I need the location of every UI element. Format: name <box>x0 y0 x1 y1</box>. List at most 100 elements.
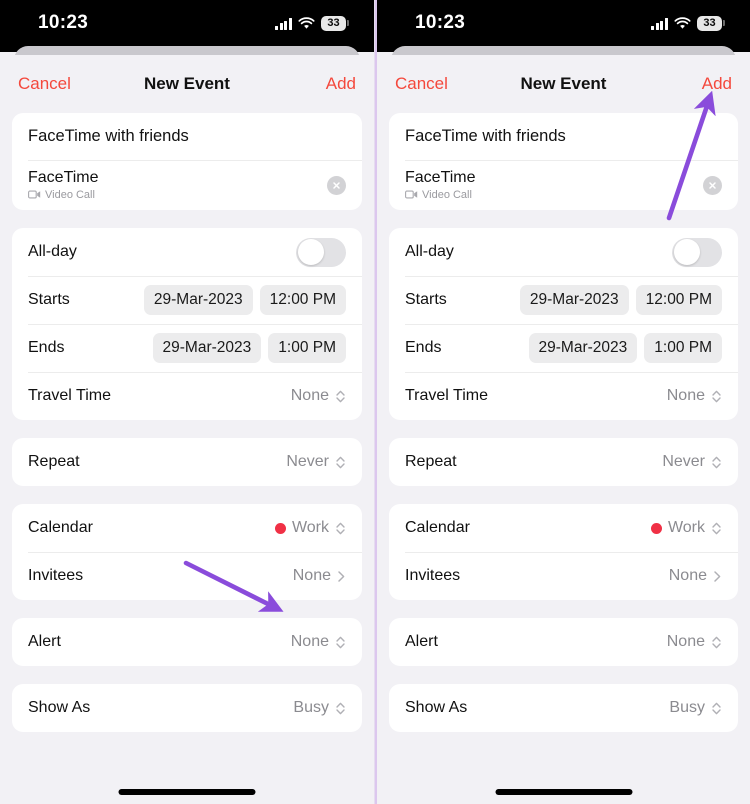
starts-date-button[interactable]: 29-Mar-2023 <box>143 285 253 315</box>
alert-row[interactable]: Alert None <box>389 618 738 666</box>
ends-date-button[interactable]: 29-Mar-2023 <box>528 333 638 363</box>
starts-time-button[interactable]: 12:00 PM <box>259 285 346 315</box>
calendar-label: Calendar <box>28 519 93 536</box>
add-button[interactable]: Add <box>702 74 732 94</box>
navigation-bar: Cancel New Event Add <box>377 55 750 113</box>
travel-time-row[interactable]: Travel Time None <box>389 372 738 420</box>
ends-values: 29-Mar-2023 1:00 PM <box>152 333 346 363</box>
repeat-value: Never <box>662 453 705 470</box>
calendar-value: Work <box>667 519 705 536</box>
alert-value-group: None <box>291 633 346 651</box>
show-as-card: Show As Busy <box>12 684 362 732</box>
all-day-row[interactable]: All-day <box>12 228 362 276</box>
form-content: FaceTime with friends FaceTime Video Cal… <box>0 113 374 732</box>
invitees-row[interactable]: Invitees None <box>12 552 362 600</box>
chevron-up-down-icon <box>336 636 345 648</box>
starts-time-button[interactable]: 12:00 PM <box>635 285 722 315</box>
starts-row[interactable]: Starts 29-Mar-2023 12:00 PM <box>12 276 362 324</box>
wifi-icon <box>298 16 315 29</box>
show-as-row[interactable]: Show As Busy <box>12 684 362 732</box>
all-day-toggle[interactable] <box>672 237 722 267</box>
facetime-row[interactable]: FaceTime Video Call <box>389 160 738 210</box>
new-event-sheet: Cancel New Event Add FaceTime with frien… <box>377 55 750 804</box>
calendar-card: Calendar Work Invitees None <box>12 504 362 600</box>
event-title-row[interactable]: FaceTime with friends <box>389 113 738 160</box>
right-phone-panel: 10:23 33 Cancel New Event Add FaceTime w… <box>375 0 750 804</box>
invitees-row[interactable]: Invitees None <box>389 552 738 600</box>
battery-icon: 33 <box>697 15 725 31</box>
ends-values: 29-Mar-2023 1:00 PM <box>528 333 722 363</box>
show-as-label: Show As <box>28 699 91 716</box>
event-title-input[interactable]: FaceTime with friends <box>405 127 566 146</box>
cancel-button[interactable]: Cancel <box>18 74 71 94</box>
battery-icon: 33 <box>321 15 349 31</box>
travel-time-value: None <box>290 387 329 404</box>
repeat-value: Never <box>286 453 329 470</box>
chevron-up-down-icon <box>336 390 345 402</box>
calendar-row[interactable]: Calendar Work <box>12 504 362 552</box>
event-title-row[interactable]: FaceTime with friends <box>12 113 362 160</box>
alert-value-group: None <box>667 633 722 651</box>
title-card: FaceTime with friends FaceTime Video Cal… <box>389 113 738 210</box>
show-as-value-group: Busy <box>669 699 722 717</box>
travel-time-label: Travel Time <box>28 387 111 404</box>
chevron-up-down-icon <box>712 636 721 648</box>
ends-time-button[interactable]: 1:00 PM <box>644 333 722 363</box>
alert-row[interactable]: Alert None <box>12 618 362 666</box>
travel-time-label: Travel Time <box>405 387 488 404</box>
show-as-value: Busy <box>293 699 329 716</box>
repeat-card: Repeat Never <box>389 438 738 486</box>
clear-circle-icon[interactable] <box>327 175 346 195</box>
ends-label: Ends <box>405 339 442 356</box>
calendar-value-group: Work <box>274 519 346 537</box>
add-button[interactable]: Add <box>326 74 356 94</box>
facetime-subtitle-group: Video Call <box>28 189 99 201</box>
video-camera-icon <box>28 190 41 199</box>
alert-label: Alert <box>28 633 61 650</box>
chevron-right-icon <box>338 570 345 582</box>
clear-circle-icon[interactable] <box>703 175 722 195</box>
chevron-up-down-icon <box>336 456 345 468</box>
repeat-row[interactable]: Repeat Never <box>389 438 738 486</box>
chevron-up-down-icon <box>712 522 721 534</box>
wifi-icon <box>674 16 691 29</box>
show-as-row[interactable]: Show As Busy <box>389 684 738 732</box>
status-bar: 10:23 33 <box>0 0 374 52</box>
all-day-label: All-day <box>28 243 77 260</box>
ends-date-button[interactable]: 29-Mar-2023 <box>152 333 262 363</box>
all-day-toggle[interactable] <box>296 237 346 267</box>
facetime-row[interactable]: FaceTime Video Call <box>12 160 362 210</box>
home-indicator <box>118 789 256 795</box>
chevron-right-icon <box>714 570 721 582</box>
chevron-up-down-icon <box>336 522 345 534</box>
invitees-label: Invitees <box>405 567 461 584</box>
ends-time-button[interactable]: 1:00 PM <box>268 333 346 363</box>
cancel-button[interactable]: Cancel <box>395 74 448 94</box>
invitees-value: None <box>668 567 707 584</box>
facetime-texts: FaceTime Video Call <box>405 169 476 200</box>
status-bar: 10:23 33 <box>377 0 750 52</box>
new-event-sheet: Cancel New Event Add FaceTime with frien… <box>0 55 374 804</box>
show-as-value: Busy <box>669 699 705 716</box>
calendar-label: Calendar <box>405 519 470 536</box>
calendar-value: Work <box>291 519 329 536</box>
starts-row[interactable]: Starts 29-Mar-2023 12:00 PM <box>389 276 738 324</box>
repeat-row[interactable]: Repeat Never <box>12 438 362 486</box>
chevron-up-down-icon <box>712 390 721 402</box>
facetime-subtitle-group: Video Call <box>405 189 476 201</box>
starts-date-button[interactable]: 29-Mar-2023 <box>519 285 629 315</box>
facetime-name: FaceTime <box>28 169 99 187</box>
repeat-label: Repeat <box>28 453 80 470</box>
all-day-row[interactable]: All-day <box>389 228 738 276</box>
cellular-signal-icon <box>275 17 292 30</box>
calendar-color-dot <box>650 522 662 534</box>
ends-label: Ends <box>28 339 65 356</box>
starts-values: 29-Mar-2023 12:00 PM <box>519 285 722 315</box>
travel-time-row[interactable]: Travel Time None <box>12 372 362 420</box>
ends-row[interactable]: Ends 29-Mar-2023 1:00 PM <box>12 324 362 372</box>
video-camera-icon <box>405 190 418 199</box>
calendar-row[interactable]: Calendar Work <box>389 504 738 552</box>
repeat-value-group: Never <box>662 453 722 471</box>
event-title-input[interactable]: FaceTime with friends <box>28 127 189 146</box>
ends-row[interactable]: Ends 29-Mar-2023 1:00 PM <box>389 324 738 372</box>
